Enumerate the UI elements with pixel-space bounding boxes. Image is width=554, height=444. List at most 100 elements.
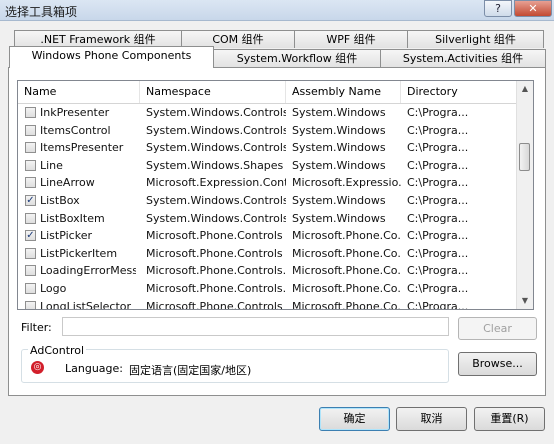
cell-assembly: System.Windows (292, 123, 386, 137)
cell-dir: C:\Progra... (407, 264, 469, 278)
table-row[interactable]: LongListSelector Microsoft.Phone.Controls… (18, 298, 518, 310)
cell-name: Logo (40, 281, 67, 295)
table-row[interactable]: Line System.Windows.Shapes System.Windows C… (18, 157, 518, 175)
window-title: 选择工具箱项 (5, 5, 78, 19)
row-checkbox[interactable] (25, 282, 36, 294)
cell-namespace: Microsoft.Phone.Controls... (146, 264, 286, 278)
table-row[interactable]: ListPickerItem Microsoft.Phone.Controls Mi… (18, 245, 518, 263)
tab-system-activities[interactable]: System.Activities 组件 (380, 49, 546, 67)
clear-button[interactable]: Clear (458, 317, 537, 340)
filter-input[interactable] (62, 317, 449, 336)
table-row[interactable]: ItemsControl System.Windows.Controls Syste… (18, 122, 518, 140)
cell-dir: C:\Progra... (407, 211, 469, 225)
row-checkbox[interactable]: ✓ (25, 230, 36, 242)
cell-name: ItemsControl (40, 123, 111, 137)
cell-namespace: System.Windows.Controls (146, 193, 286, 207)
cell-assembly: System.Windows (292, 141, 386, 155)
cell-name: InkPresenter (40, 106, 110, 119)
tab-silverlight[interactable]: Silverlight 组件 (407, 30, 544, 48)
cell-namespace: Microsoft.Phone.Controls (146, 246, 283, 260)
table-row[interactable]: InkPresenter System.Windows.Controls Syste… (18, 104, 518, 122)
column-header-directory[interactable]: Directory (401, 81, 518, 103)
row-checkbox[interactable] (25, 142, 36, 154)
row-checkbox[interactable] (25, 124, 36, 136)
cell-name: ListBoxItem (40, 211, 105, 225)
cell-dir: C:\Progra... (407, 141, 469, 155)
cell-dir: C:\Progra... (407, 299, 469, 310)
close-button[interactable]: ✕ (514, 0, 552, 17)
table-row[interactable]: ✓ ListBox System.Windows.Controls System.Wi… (18, 192, 518, 210)
row-checkbox[interactable] (25, 159, 36, 171)
cell-dir: C:\Progra... (407, 158, 469, 172)
scroll-thumb[interactable] (519, 143, 530, 171)
cell-namespace: Microsoft.Phone.Controls... (146, 281, 286, 295)
language-value: 固定语言(固定国家/地区) (129, 364, 252, 377)
cell-namespace: System.Windows.Controls (146, 123, 286, 137)
tab-system-workflow[interactable]: System.Workflow 组件 (213, 49, 381, 67)
row-checkbox[interactable]: ✓ (25, 194, 36, 206)
filter-label: Filter: (21, 321, 52, 334)
cell-namespace: System.Windows.Controls (146, 141, 286, 155)
row-checkbox[interactable] (25, 265, 36, 277)
cell-name: LineArrow (40, 176, 95, 190)
cell-dir: C:\Progra... (407, 193, 469, 207)
table-row[interactable]: LineArrow Microsoft.Expression.Cont... Mic… (18, 174, 518, 192)
cell-name: ListBox (40, 193, 80, 207)
cell-dir: C:\Progra... (407, 123, 469, 137)
cell-assembly: Microsoft.Phone.Co... (292, 229, 402, 243)
cell-dir: C:\Progra... (407, 106, 469, 119)
cell-namespace: Microsoft.Phone.Controls (146, 299, 283, 310)
cell-dir: C:\Progra... (407, 176, 469, 190)
cell-assembly: System.Windows (292, 211, 386, 225)
cell-assembly: Microsoft.Phone.Co... (292, 264, 402, 278)
language-label: Language: (65, 362, 123, 375)
cancel-button[interactable]: 取消 (396, 407, 467, 431)
table-row[interactable]: ✓ ListPicker Microsoft.Phone.Controls Micro… (18, 227, 518, 245)
choose-toolbox-items-dialog: 选择工具箱项 ? ✕ .NET Framework 组件 COM 组件 WPF … (0, 0, 554, 444)
row-checkbox[interactable] (25, 107, 36, 118)
table-row[interactable]: ListBoxItem System.Windows.Controls System… (18, 210, 518, 228)
cell-assembly: Microsoft.Phone.Co... (292, 299, 402, 310)
scroll-up-arrow-icon[interactable]: ▲ (517, 81, 533, 97)
cell-namespace: System.Windows.Controls (146, 211, 286, 225)
ad-control-icon: ◎ (31, 361, 44, 374)
ok-button[interactable]: 确定 (319, 407, 390, 431)
cell-name: Line (40, 158, 63, 172)
row-checkbox[interactable] (25, 177, 36, 189)
components-list[interactable]: Name Namespace Assembly Name Directory I… (17, 80, 534, 310)
cell-assembly: Microsoft.Phone.Co... (292, 281, 402, 295)
row-checkbox[interactable] (25, 300, 36, 309)
row-checkbox[interactable] (25, 212, 36, 224)
cell-name: ListPicker (40, 229, 92, 243)
column-header-assembly-name[interactable]: Assembly Name (286, 81, 401, 103)
cell-assembly: Microsoft.Phone.Co... (292, 246, 402, 260)
cell-name: LoadingErrorMess... (40, 264, 136, 278)
cell-name: ListPickerItem (40, 246, 118, 260)
table-row[interactable]: ItemsPresenter System.Windows.Controls Sys… (18, 139, 518, 157)
list-header: Name Namespace Assembly Name Directory (18, 81, 518, 104)
cell-namespace: System.Windows.Shapes (146, 158, 284, 172)
cell-name: LongListSelector (40, 299, 132, 310)
cell-assembly: System.Windows (292, 158, 386, 172)
scroll-down-arrow-icon[interactable]: ▼ (517, 293, 533, 309)
cell-namespace: Microsoft.Phone.Controls (146, 229, 283, 243)
vertical-scrollbar[interactable]: ▲ ▼ (516, 81, 533, 309)
reset-button[interactable]: 重置(R) (474, 407, 545, 431)
help-button[interactable]: ? (484, 0, 512, 17)
browse-button[interactable]: Browse... (458, 352, 537, 376)
cell-namespace: Microsoft.Expression.Cont... (146, 176, 286, 190)
row-checkbox[interactable] (25, 247, 36, 259)
column-header-namespace[interactable]: Namespace (140, 81, 286, 103)
cell-namespace: System.Windows.Controls (146, 106, 286, 119)
tab-wpf[interactable]: WPF 组件 (294, 30, 408, 48)
table-row[interactable]: LoadingErrorMess... Microsoft.Phone.Contr… (18, 262, 518, 280)
column-header-name[interactable]: Name (18, 81, 140, 103)
tab-windows-phone-components[interactable]: Windows Phone Components (9, 46, 214, 68)
cell-dir: C:\Progra... (407, 246, 469, 260)
table-row[interactable]: Logo Microsoft.Phone.Controls... Microsoft… (18, 280, 518, 298)
cell-name: ItemsPresenter (40, 141, 124, 155)
title-bar: 选择工具箱项 ? ✕ (0, 0, 554, 21)
cell-assembly: System.Windows (292, 193, 386, 207)
cell-assembly: Microsoft.Expressio... (292, 176, 402, 190)
cell-assembly: System.Windows (292, 106, 386, 119)
